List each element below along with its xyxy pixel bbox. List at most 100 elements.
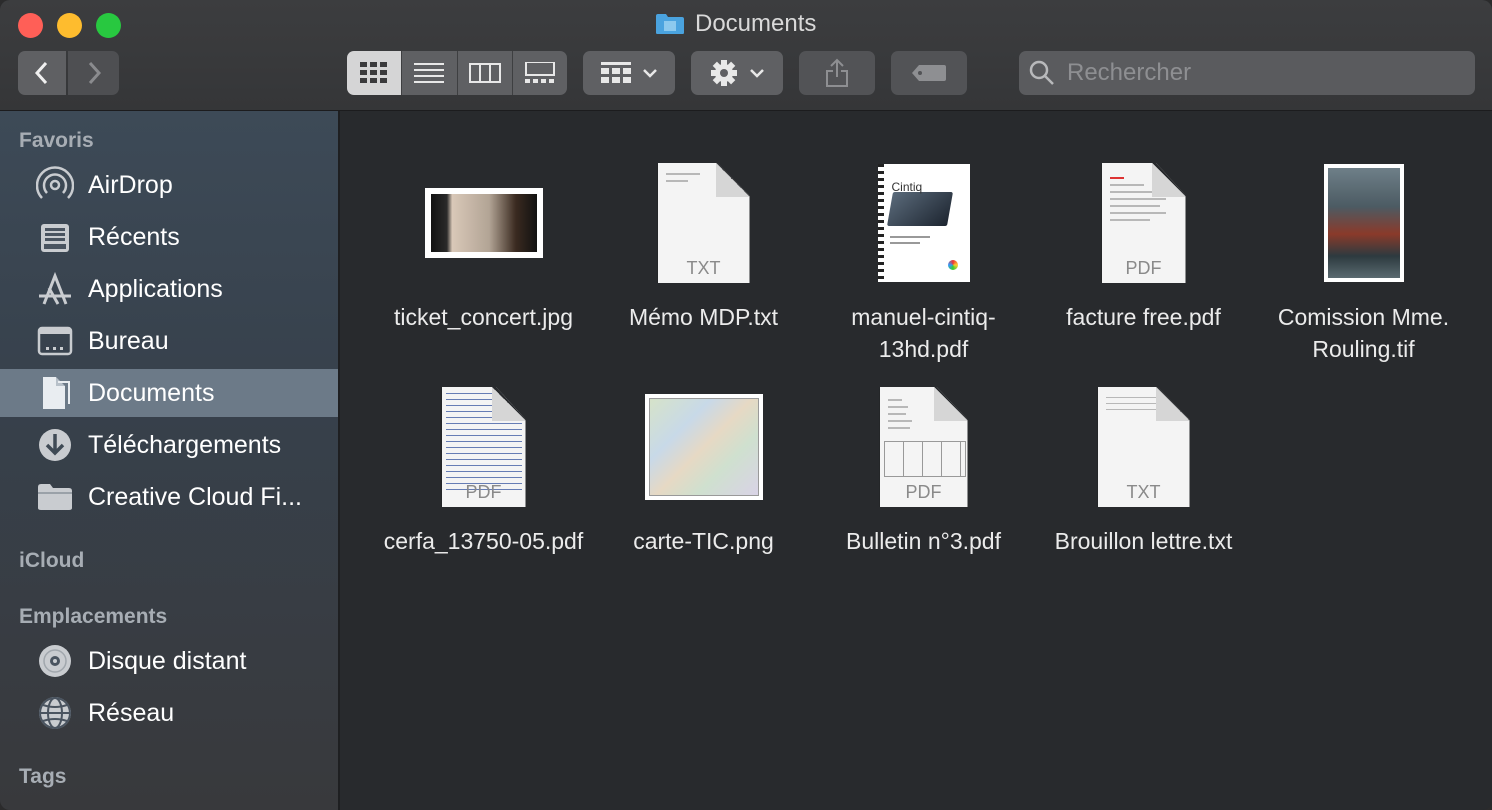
minimize-window-button[interactable] <box>57 13 82 38</box>
close-window-button[interactable] <box>18 13 43 38</box>
file-thumbnail: Cintiq <box>816 161 1031 285</box>
sidebar-item-documents[interactable]: Documents <box>0 369 338 417</box>
file-item[interactable]: Comission Mme. Rouling.tif <box>1256 161 1471 365</box>
gallery-icon <box>524 62 555 83</box>
chevron-down-icon <box>643 69 657 78</box>
file-item[interactable]: TXT Mémo MDP.txt <box>596 161 811 333</box>
sidebar-item-label: AirDrop <box>88 170 173 199</box>
gear-icon <box>711 60 737 86</box>
file-type-badge: PDF <box>1125 258 1162 278</box>
file-name: facture free.pdf <box>1066 304 1221 330</box>
file-item[interactable]: carte-TIC.png <box>596 385 811 557</box>
folder-icon <box>36 478 74 516</box>
column-view-button[interactable] <box>457 51 513 95</box>
back-button[interactable] <box>18 51 66 95</box>
file-name: Mémo MDP.txt <box>628 304 779 330</box>
chevron-left-icon <box>34 61 48 85</box>
sidebar-section-tags: Tags <box>19 765 67 788</box>
sidebar-item-label: Documents <box>88 378 215 407</box>
sidebar-item-label: Disque distant <box>88 646 247 675</box>
desktop-icon <box>36 322 74 360</box>
search-field[interactable] <box>1019 51 1475 95</box>
file-name: ticket_concert.jpg <box>394 304 573 330</box>
documents-icon <box>36 374 74 412</box>
group-grid-icon <box>601 62 631 83</box>
toolbar: Documents <box>0 0 1492 111</box>
photo-thumbnail <box>1323 164 1404 282</box>
file-name: Bulletin n°3.pdf <box>846 528 1001 554</box>
file-thumbnail <box>596 385 811 509</box>
sidebar-item-label: Récents <box>88 222 180 251</box>
search-icon <box>1029 60 1054 85</box>
file-thumbnail: TXT <box>1036 385 1251 509</box>
file-item[interactable]: PDF Bulletin n°3.pdf <box>816 385 1031 557</box>
file-name: Comission Mme. Rouling.tif <box>1277 304 1450 362</box>
recents-icon <box>36 218 74 256</box>
sidebar-item-telechargements[interactable]: Téléchargements <box>0 421 338 469</box>
file-item[interactable]: ticket_concert.jpg <box>376 161 591 333</box>
downloads-icon <box>36 426 74 464</box>
sidebar-section-icloud: iCloud <box>19 549 85 572</box>
file-thumbnail: PDF <box>376 385 591 509</box>
chevron-right-icon <box>88 61 101 85</box>
sidebar-item-applications[interactable]: Applications <box>0 265 338 313</box>
list-view-button[interactable] <box>402 51 458 95</box>
network-icon <box>36 694 74 732</box>
finder-window: Documents Rechercher Favoris AirDrop Réc… <box>0 0 1492 810</box>
file-grid: ticket_concert.jpg TXT Mémo MDP.txt Cint… <box>340 111 1492 810</box>
sidebar-item-recents[interactable]: Récents <box>0 213 338 261</box>
pdf-document-icon: PDF <box>441 387 526 507</box>
sidebar-item-label: Téléchargements <box>88 430 282 459</box>
file-thumbnail: PDF <box>1036 161 1251 285</box>
sidebar-item-label: Creative Cloud Fi... <box>88 482 302 511</box>
file-name: carte-TIC.png <box>633 528 774 554</box>
sidebar-item-reseau[interactable]: Réseau <box>0 689 338 737</box>
window-title-text: Documents <box>695 10 817 37</box>
photo-thumbnail <box>424 188 543 258</box>
sidebar-item-label: Bureau <box>88 326 169 355</box>
sidebar-section-favoris: Favoris <box>19 129 94 152</box>
file-thumbnail: TXT <box>596 161 811 285</box>
pdf-document-icon: PDF <box>879 387 968 507</box>
group-by-button[interactable] <box>583 51 675 95</box>
map-thumbnail <box>644 394 763 500</box>
file-item[interactable]: PDF facture free.pdf <box>1036 161 1251 333</box>
tags-button[interactable] <box>891 51 967 95</box>
share-icon <box>826 58 848 87</box>
grid-icon <box>360 62 388 83</box>
file-thumbnail: PDF <box>816 385 1031 509</box>
sidebar-item-label: Réseau <box>88 698 175 727</box>
list-icon <box>414 63 445 83</box>
txt-document-icon: TXT <box>657 163 750 283</box>
file-type-badge: PDF <box>905 482 942 502</box>
file-name: Brouillon lettre.txt <box>1054 528 1233 554</box>
search-input[interactable] <box>1065 58 1469 88</box>
tag-icon <box>912 65 946 81</box>
gallery-view-button[interactable] <box>512 51 567 95</box>
sidebar-item-bureau[interactable]: Bureau <box>0 317 338 365</box>
folder-blue-icon <box>656 14 684 34</box>
airdrop-icon <box>36 166 74 204</box>
file-thumbnail <box>376 161 591 285</box>
file-item[interactable]: TXT Brouillon lettre.txt <box>1036 385 1251 557</box>
file-name: manuel-cintiq-13hd.pdf <box>851 304 996 362</box>
file-item[interactable]: PDF cerfa_13750-05.pdf <box>376 385 591 557</box>
sidebar-section-emplacements: Emplacements <box>19 605 168 628</box>
view-mode-control <box>347 51 567 95</box>
sidebar: Favoris AirDrop Récents Applications Bur… <box>0 111 340 810</box>
sidebar-item-airdrop[interactable]: AirDrop <box>0 161 338 209</box>
share-button[interactable] <box>799 51 875 95</box>
columns-icon <box>468 63 501 83</box>
file-item[interactable]: Cintiq manuel-cintiq-13hd.pdf <box>816 161 1031 365</box>
window-title: Documents <box>655 9 816 39</box>
pdf-document-icon: PDF <box>1101 163 1186 283</box>
sidebar-item-label: Applications <box>88 274 223 303</box>
file-name: cerfa_13750-05.pdf <box>383 528 584 554</box>
forward-button[interactable] <box>68 51 119 95</box>
action-menu-button[interactable] <box>691 51 783 95</box>
sidebar-item-disque-distant[interactable]: Disque distant <box>0 637 338 685</box>
icon-view-button[interactable] <box>347 51 403 95</box>
file-type-badge: TXT <box>1126 482 1161 502</box>
zoom-window-button[interactable] <box>96 13 121 38</box>
sidebar-item-creative-cloud[interactable]: Creative Cloud Fi... <box>0 473 338 521</box>
